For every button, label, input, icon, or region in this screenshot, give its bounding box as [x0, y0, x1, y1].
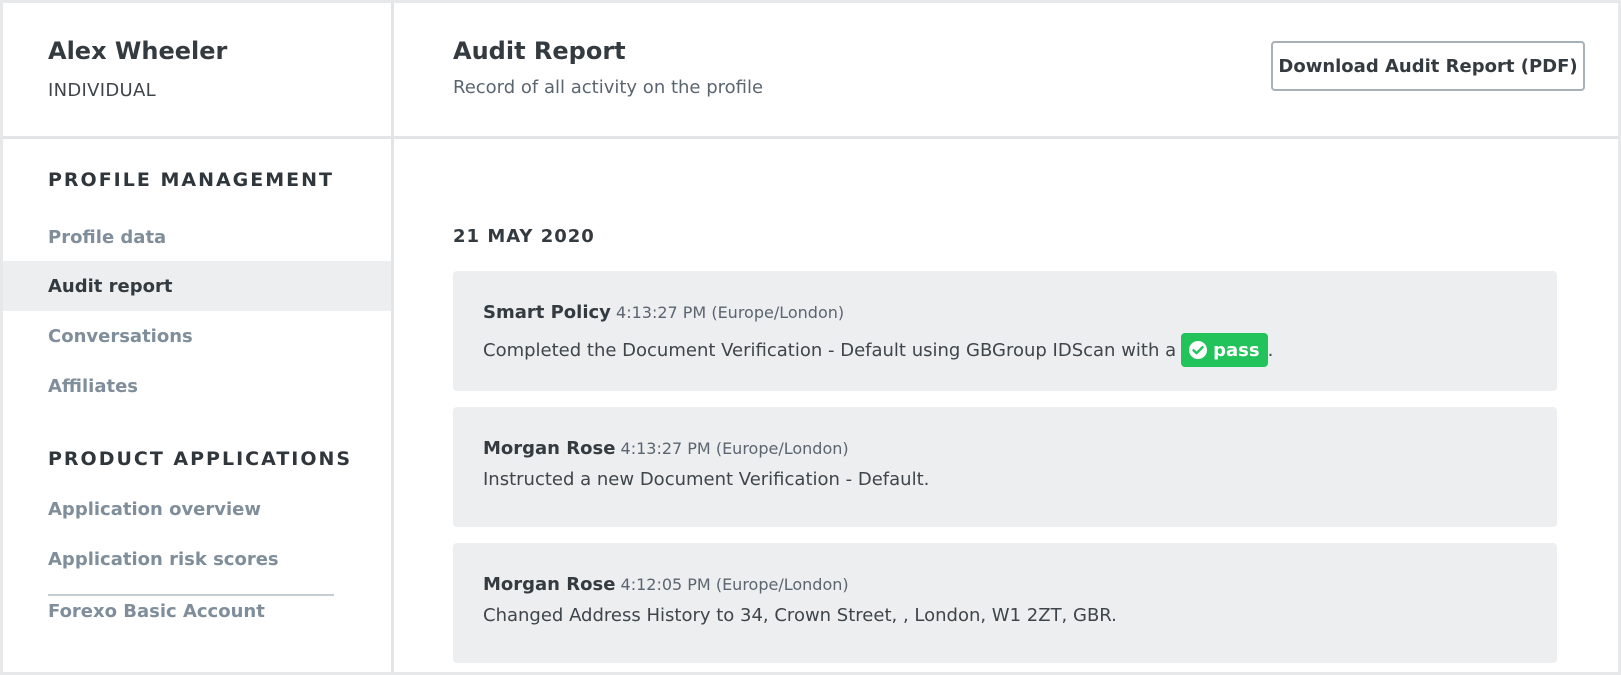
page-title: Audit Report	[453, 37, 626, 65]
audit-entry-header: Morgan Rose 4:12:05 PM (Europe/London)	[483, 574, 849, 595]
page-subtitle: Record of all activity on the profile	[453, 77, 764, 98]
sidebar-item-conversations[interactable]: Conversations	[3, 311, 391, 361]
audit-entry-text: Completed the Document Verification - De…	[483, 333, 1273, 367]
sidebar-item-profile-data[interactable]: Profile data	[3, 212, 391, 262]
pass-badge-label: pass	[1213, 339, 1260, 361]
audit-entry-time: 4:13:27 PM (Europe/London)	[616, 303, 845, 322]
audit-entry-actor: Morgan Rose	[483, 574, 616, 595]
audit-entry-time: 4:13:27 PM (Europe/London)	[620, 439, 849, 458]
sidebar-item-application-risk-scores[interactable]: Application risk scores	[3, 534, 391, 584]
pass-badge: pass	[1181, 333, 1268, 367]
audit-date-heading: 21 MAY 2020	[453, 226, 595, 247]
sidebar-item-affiliates[interactable]: Affiliates	[3, 361, 391, 411]
audit-entry-suffix: .	[1267, 339, 1274, 361]
audit-entry-description: Instructed a new Document Verification -…	[483, 469, 930, 490]
sidebar-divider	[391, 3, 394, 672]
product-applications-heading: PRODUCT APPLICATIONS	[48, 448, 353, 470]
sidebar-item-application-overview[interactable]: Application overview	[3, 484, 391, 534]
audit-entry-actor: Smart Policy	[483, 302, 611, 323]
sidebar-item-audit-report[interactable]: Audit report	[3, 261, 391, 311]
audit-entry-description: Changed Address History to 34, Crown Str…	[483, 605, 1117, 626]
audit-entry-text: Instructed a new Document Verification -…	[483, 469, 929, 490]
app-frame: Alex Wheeler INDIVIDUAL Audit Report Rec…	[3, 3, 1618, 672]
audit-entry: Smart Policy 4:13:27 PM (Europe/London) …	[453, 271, 1557, 391]
header-divider	[3, 136, 1618, 139]
download-audit-report-button[interactable]: Download Audit Report (PDF)	[1271, 41, 1585, 91]
audit-entry-text: Changed Address History to 34, Crown Str…	[483, 605, 1117, 626]
audit-entry-time: 4:12:05 PM (Europe/London)	[620, 575, 849, 594]
audit-entry-actor: Morgan Rose	[483, 438, 616, 459]
audit-entry-header: Morgan Rose 4:13:27 PM (Europe/London)	[483, 438, 849, 459]
sidebar-item-forexo-basic-account[interactable]: Forexo Basic Account	[3, 586, 391, 636]
profile-type: INDIVIDUAL	[48, 80, 156, 101]
profile-management-heading: PROFILE MANAGEMENT	[48, 169, 334, 191]
profile-name: Alex Wheeler	[48, 37, 228, 65]
check-circle-icon	[1189, 341, 1208, 359]
audit-entry: Morgan Rose 4:12:05 PM (Europe/London) C…	[453, 543, 1557, 663]
audit-entry-header: Smart Policy 4:13:27 PM (Europe/London)	[483, 302, 844, 323]
audit-entry: Morgan Rose 4:13:27 PM (Europe/London) I…	[453, 407, 1557, 527]
audit-entry-description: Completed the Document Verification - De…	[483, 339, 1177, 361]
